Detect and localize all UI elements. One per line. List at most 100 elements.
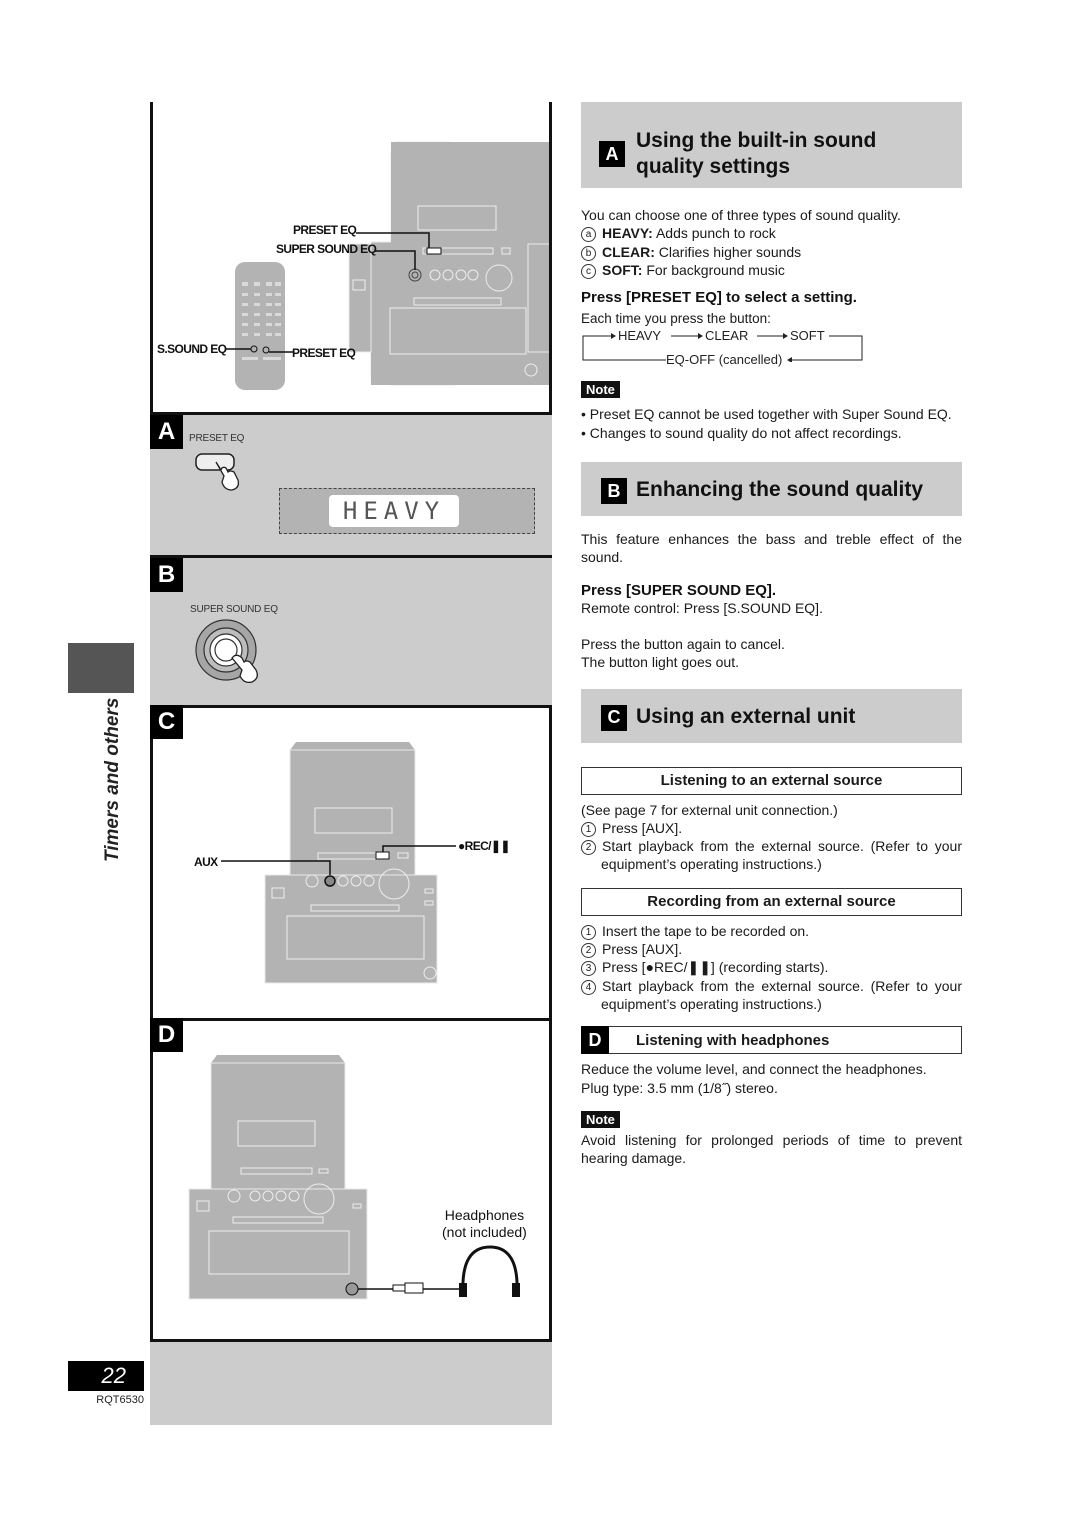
illustration-tag-b: B: [150, 558, 183, 592]
section-b-remote: Remote control: Press [S.SOUND EQ].: [581, 599, 823, 616]
step-marker: 2: [581, 943, 596, 959]
note-badge: Note: [581, 381, 620, 399]
preset-eq-button-label: PRESET EQ: [189, 433, 245, 444]
option-clear: b CLEAR: Clarifies higher sounds: [581, 243, 962, 261]
listening-steps: (See page 7 for external unit connection…: [581, 801, 962, 874]
illustration-headphones: Headphones (not included): [150, 1018, 552, 1342]
illustration-external-unit: AUX ●REC/❚❚: [150, 705, 552, 1021]
step-marker: 2: [581, 840, 596, 856]
option-desc: For background music: [642, 261, 785, 278]
lcd-display: HEAVY: [329, 495, 459, 527]
listening-heading: Listening to an external source: [581, 766, 962, 795]
section-b-title: Enhancing the sound quality: [636, 478, 924, 502]
section-b-cancel: Press the button again to cancel.: [581, 635, 785, 652]
illustration-tag-c: C: [150, 705, 183, 739]
option-name: SOFT:: [602, 261, 643, 278]
option-desc: Adds punch to rock: [652, 225, 776, 242]
section-d-note-text: Avoid listening for prolonged periods of…: [581, 1131, 962, 1167]
divider: [150, 555, 552, 558]
super-sound-eq-button-label: SUPER SOUND EQ: [190, 604, 278, 615]
cycle-eq-off: EQ-OFF (cancelled): [666, 352, 783, 368]
note-text: Preset EQ cannot be used together with S…: [589, 406, 952, 423]
step-text: Press [AUX].: [602, 819, 683, 836]
model-code: RQT6530: [96, 1394, 144, 1406]
cycle-soft: SOFT: [790, 328, 825, 344]
section-a-title: Using the built-in sound quality setting…: [636, 128, 876, 180]
step-text: Start playback from the external source.…: [601, 838, 962, 873]
option-name: CLEAR:: [602, 243, 655, 260]
stereo-unit-headphones-drawing: [188, 1055, 520, 1300]
cycle-heavy: HEAVY: [618, 328, 662, 344]
press-button-hand-icon: [195, 453, 240, 491]
callout-s-sound-eq-remote: S.SOUND EQ: [157, 342, 227, 356]
section-a-instruction: Press [PRESET EQ] to select a setting.: [581, 289, 857, 307]
section-a-title-line1: Using the built-in sound: [636, 129, 877, 152]
section-b-instruction: Press [SUPER SOUND EQ].: [581, 581, 777, 599]
super-sound-eq-knob-icon: [195, 619, 258, 684]
recording-step: 4 Start playback from the external source…: [581, 977, 962, 1014]
eq-cycle-diagram: HEAVY CLEAR SOFT EQ-OFF (cancelled): [581, 328, 962, 367]
option-soft: c SOFT: For background music: [581, 261, 962, 279]
option-heavy: a HEAVY: Adds punch to rock: [581, 224, 962, 243]
step-text: Insert the tape to be recorded on.: [602, 922, 810, 939]
listening-step: 1 Press [AUX].: [581, 819, 962, 837]
chapter-tab-marker: [68, 643, 134, 693]
section-d-tag: D: [581, 1026, 609, 1055]
illustration-column: PRESET EQ SUPER SOUND EQ S.SOUND EQ PRES…: [150, 102, 552, 1425]
listening-step: 2 Start playback from the external source…: [581, 837, 962, 874]
callout-preset-eq-remote: PRESET EQ: [292, 346, 356, 360]
illustration-overview: PRESET EQ SUPER SOUND EQ S.SOUND EQ PRES…: [150, 102, 552, 415]
recording-step: 1 Insert the tape to be recorded on.: [581, 922, 962, 940]
illustration-tag-d: D: [150, 1018, 183, 1052]
recording-step: 2 Press [AUX].: [581, 940, 962, 959]
recording-steps: 1 Insert the tape to be recorded on. 2 Pre…: [581, 922, 962, 1013]
section-a-header: A Using the built-in sound quality setti…: [581, 102, 962, 188]
section-d-text-2: Plug type: 3.5 mm (1/8˝) stereo.: [581, 1079, 778, 1096]
note-badge: Note: [581, 1110, 620, 1128]
sound-options-list: a HEAVY: Adds punch to rock b CLEAR: Clari…: [581, 224, 962, 279]
headphones-caption-line1: Headphones: [444, 1207, 525, 1223]
section-a-intro: You can choose one of three types of sou…: [581, 207, 901, 223]
option-name: HEAVY:: [602, 225, 653, 242]
headphones-caption: Headphones (not included): [442, 1207, 527, 1241]
note-item: • Preset EQ cannot be used together with…: [581, 406, 952, 423]
callout-aux: AUX: [194, 855, 218, 869]
step-marker: 3: [581, 961, 596, 977]
section-b-light: The button light goes out.: [581, 654, 739, 671]
see-page-text: (See page 7 for external unit connection…: [581, 801, 838, 818]
marker-a: a: [581, 227, 596, 243]
section-c-title: Using an external unit: [636, 704, 856, 728]
section-a-tag: A: [599, 141, 625, 167]
section-c-header: C Using an external unit: [581, 688, 962, 743]
step-text: Press [●REC/❚❚] (recording starts).: [602, 959, 829, 976]
callout-rec-pause: ●REC/❚❚: [458, 839, 510, 853]
recording-heading: Recording from an external source: [581, 887, 962, 916]
step-marker: 1: [581, 821, 596, 837]
section-a-notes: • Preset EQ cannot be used together with…: [581, 405, 962, 442]
section-b-header: B Enhancing the sound quality: [581, 462, 962, 517]
note-text: Changes to sound quality do not affect r…: [589, 424, 902, 441]
marker-c: c: [581, 263, 596, 279]
illustration-tag-a: A: [150, 415, 183, 449]
section-d-header: D Listening with headphones: [581, 1026, 962, 1055]
callout-super-sound-eq-unit: SUPER SOUND EQ: [276, 242, 377, 256]
step-text: Press [AUX].: [602, 941, 683, 958]
section-b-tag: B: [601, 478, 627, 505]
chapter-label-text: Timers and others: [102, 697, 123, 862]
note-item: • Changes to sound quality do not affect…: [581, 424, 902, 441]
section-d-text-1: Reduce the volume level, and connect the…: [581, 1061, 927, 1078]
lcd-display-text: HEAVY: [342, 497, 446, 525]
recording-step: 3 Press [●REC/❚❚] (recording starts).: [581, 958, 962, 977]
section-b-intro: This feature enhances the bass and trebl…: [581, 531, 962, 566]
step-marker: 1: [581, 924, 596, 940]
section-d-heading: Listening with headphones: [636, 1032, 830, 1050]
step-marker: 4: [581, 979, 596, 995]
section-d-note: Note: [581, 1110, 962, 1129]
page-number: 22: [68, 1361, 144, 1391]
chapter-label: Timers and others: [98, 697, 138, 870]
cycle-clear: CLEAR: [705, 328, 749, 344]
option-desc: Clarifies higher sounds: [654, 243, 802, 260]
marker-b: b: [581, 245, 596, 261]
section-a-note: Note: [581, 381, 962, 399]
section-c-tag: C: [601, 704, 627, 731]
